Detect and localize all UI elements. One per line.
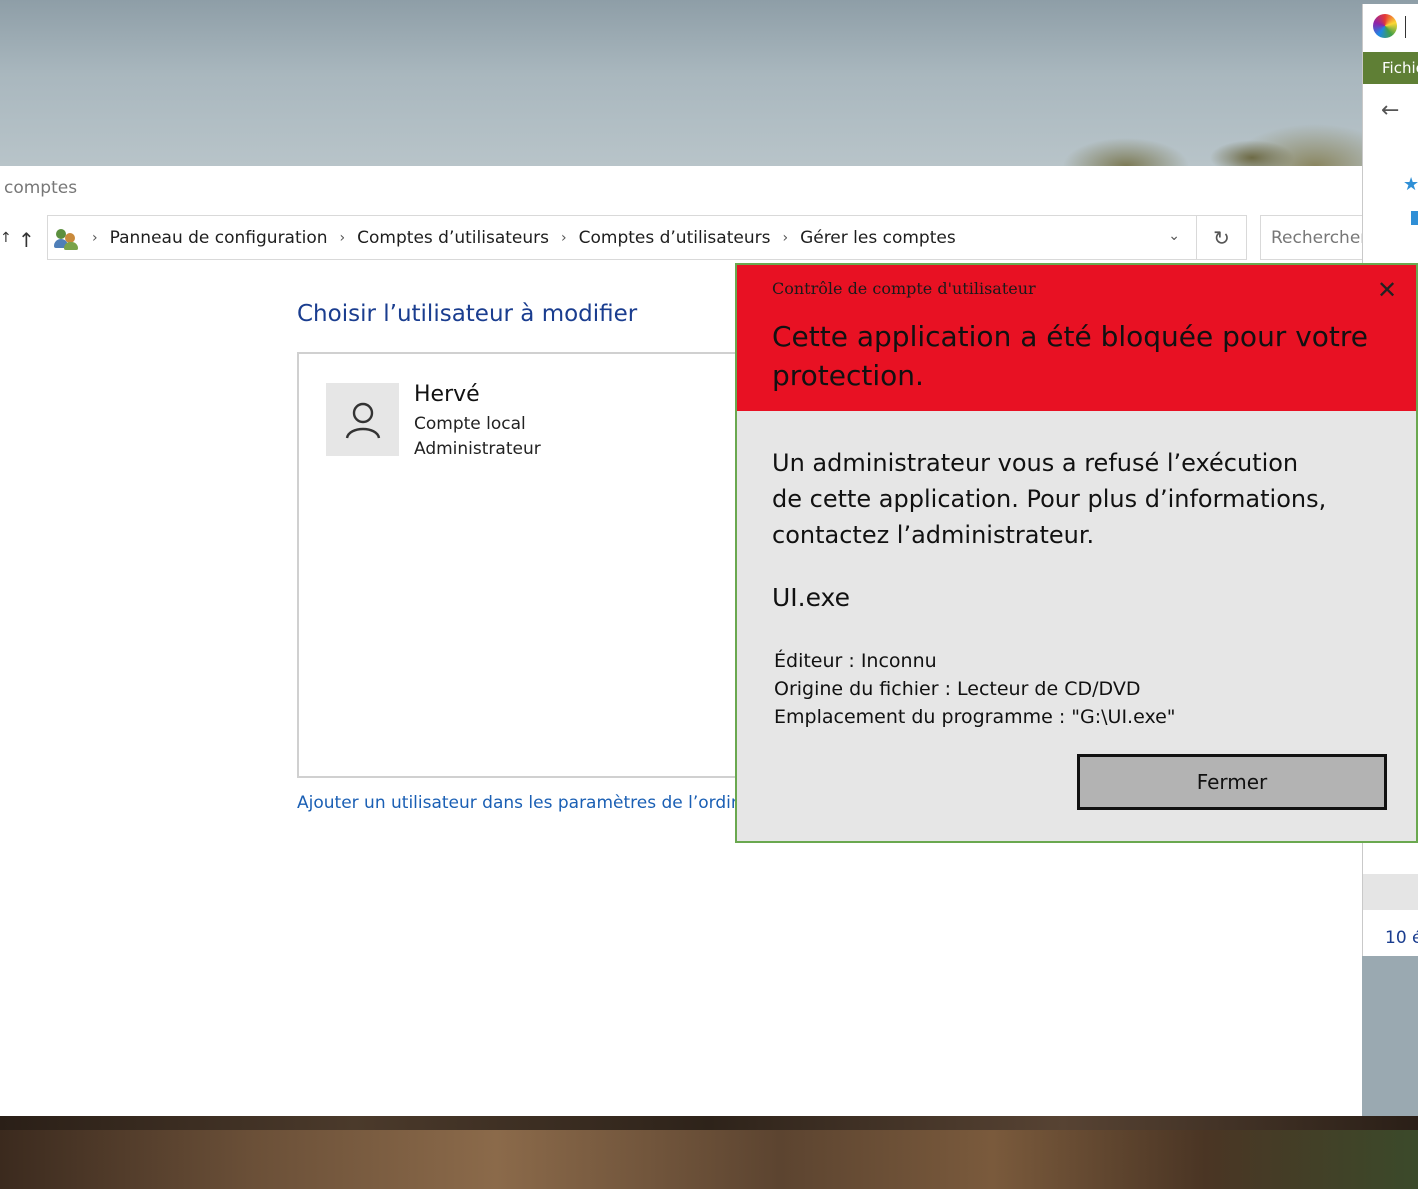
user-icon [345,402,380,438]
desktop-wallpaper-top [0,0,1418,166]
chevron-right-icon[interactable]: › [561,230,567,246]
address-bar[interactable]: › Panneau de configuration › Comptes d’u… [47,215,1197,260]
uac-details: Éditeur : Inconnu Origine du fichier : L… [774,647,1176,731]
up-arrow-icon[interactable]: ↑ [18,228,35,252]
fermer-button[interactable]: Fermer [1077,754,1387,810]
avatar[interactable] [326,383,399,456]
chevron-down-icon[interactable]: ⌄ [1168,228,1180,244]
refresh-button[interactable]: ↻ [1197,215,1247,260]
item-count-status: 10 é [1385,928,1418,948]
uac-header: Contrôle de compte d'utilisateur ✕ Cette… [737,265,1416,411]
breadcrumb-comptes-utilisateurs-1[interactable]: Comptes d’utilisateurs [357,228,549,248]
search-input[interactable]: Rechercher [1260,215,1370,260]
chevron-right-icon[interactable]: › [92,230,98,246]
chevron-right-icon[interactable]: › [782,230,788,246]
close-icon[interactable]: ✕ [1372,275,1402,305]
uac-message: Un administrateur vous a refusé l’exécut… [772,449,1327,549]
uac-publisher: Éditeur : Inconnu [774,650,937,672]
user-account-type: Compte local [414,414,526,434]
uac-program-name: UI.exe [772,583,850,612]
uac-origin: Origine du fichier : Lecteur de CD/DVD [774,678,1141,700]
user-list-panel: Hervé Compte local Administrateur [297,352,767,778]
uac-location: Emplacement du programme : "G:\UI.exe" [774,706,1176,728]
title-separator [1405,16,1406,38]
quick-access-star-icon[interactable]: ★ [1403,174,1418,195]
user-accounts-icon [54,226,80,250]
page-title: Choisir l’utilisateur à modifier [297,301,638,327]
wallpaper-roof [0,1116,1418,1130]
desktop-wallpaper-bottom [0,1116,1418,1189]
back-arrow-icon[interactable]: ← [1381,98,1399,123]
uac-dialog: Contrôle de compte d'utilisateur ✕ Cette… [735,263,1418,843]
back-arrow-icon[interactable]: ↑ [0,230,12,246]
add-user-link[interactable]: Ajouter un utilisateur dans les paramètr… [297,793,787,813]
selected-list-item[interactable] [1363,874,1418,910]
breadcrumb-panneau-de-configuration[interactable]: Panneau de configuration [110,228,328,248]
window-title: comptes [4,178,78,198]
color-wheel-app-icon [1373,14,1397,38]
refresh-icon: ↻ [1213,225,1230,250]
user-name[interactable]: Hervé [414,382,480,407]
uac-caption: Contrôle de compte d'utilisateur [772,279,1036,298]
user-role: Administrateur [414,439,541,459]
chevron-right-icon[interactable]: › [340,230,346,246]
breadcrumb-comptes-utilisateurs-2[interactable]: Comptes d’utilisateurs [579,228,771,248]
uac-headline: Cette application a été bloquée pour vot… [772,320,1369,392]
wallpaper-plants [958,0,1378,166]
folder-icon[interactable] [1411,211,1418,225]
breadcrumb-gerer-les-comptes[interactable]: Gérer les comptes [800,228,956,248]
ribbon-tab-fichier[interactable]: Fichier [1363,52,1418,84]
